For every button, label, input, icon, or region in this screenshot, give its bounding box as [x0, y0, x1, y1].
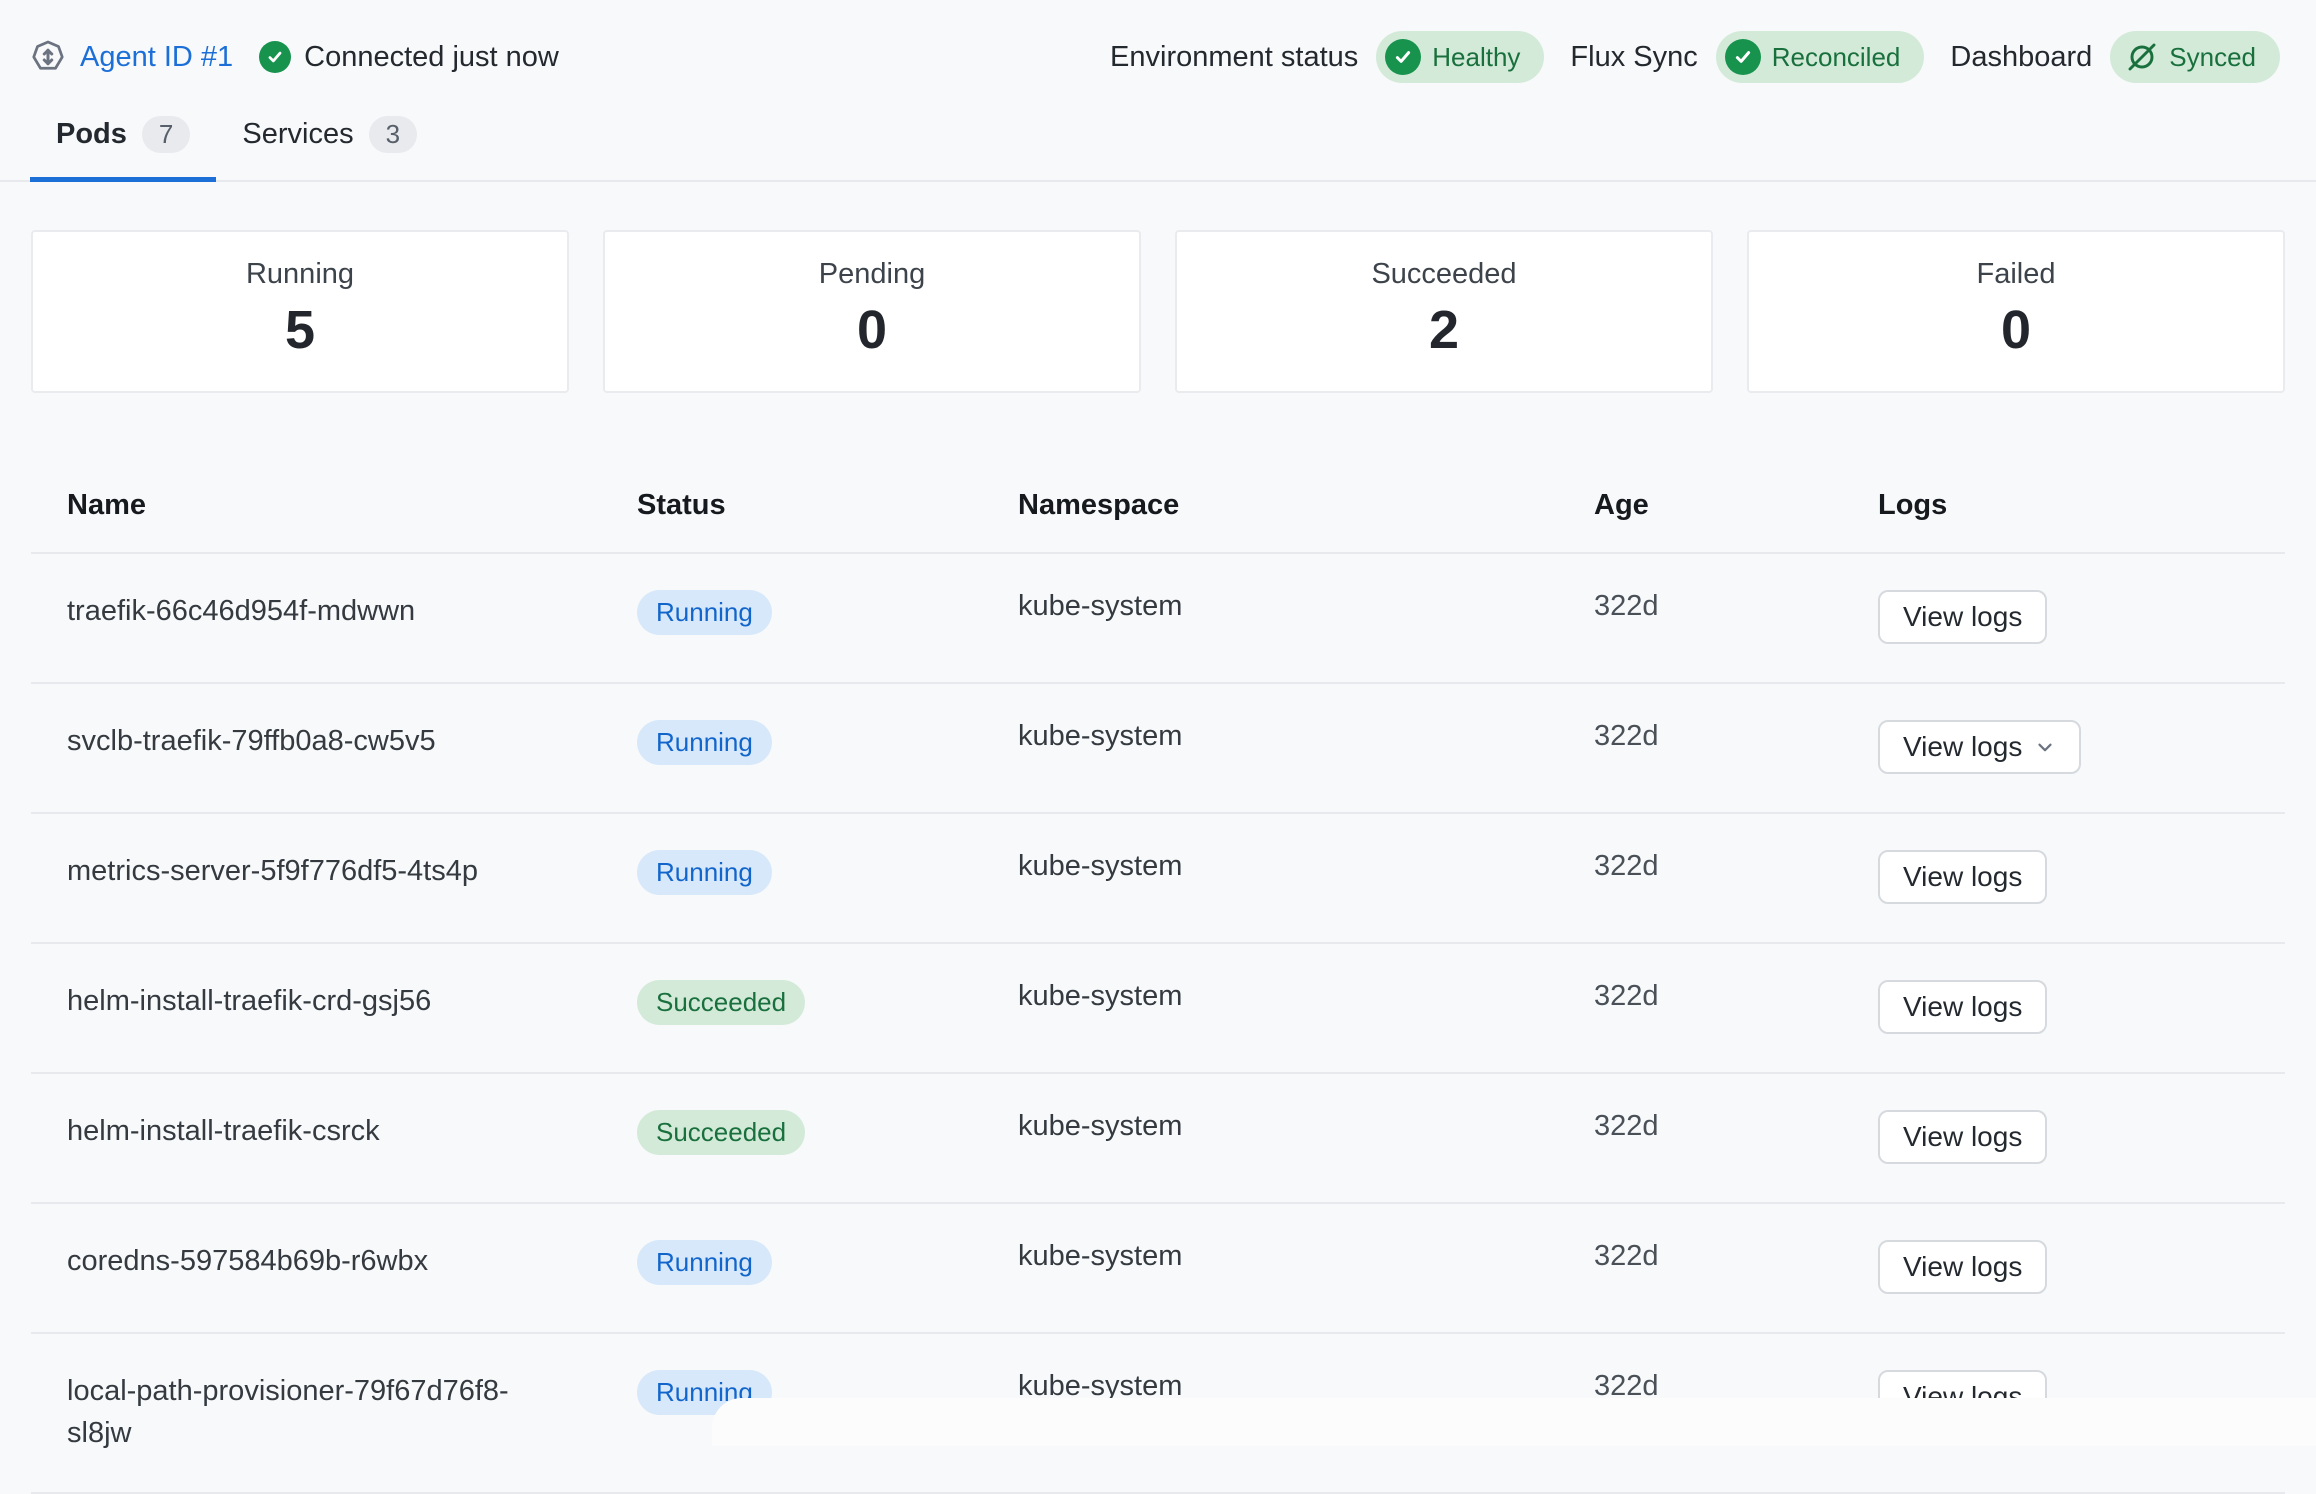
connected-check-icon	[259, 41, 291, 73]
dashboard-sync-group: Dashboard Synced	[1950, 31, 2280, 83]
pod-name: metrics-server-5f9f776df5-4ts4p	[67, 850, 478, 892]
table-row: helm-install-traefik-csrck Succeeded kub…	[31, 1074, 2285, 1204]
view-logs-button[interactable]: View logs	[1878, 850, 2047, 904]
status-badge: Succeeded	[637, 980, 805, 1025]
age-cell: 322d	[1562, 590, 1846, 623]
stat-label: Pending	[605, 258, 1139, 291]
pod-name: helm-install-traefik-csrck	[67, 1110, 380, 1152]
tab-services-label: Services	[242, 118, 353, 151]
view-logs-button[interactable]: View logs	[1878, 590, 2047, 644]
stat-label: Failed	[1749, 258, 2283, 291]
stat-card-failed: Failed 0	[1747, 230, 2285, 393]
table-row: metrics-server-5f9f776df5-4ts4p Running …	[31, 814, 2285, 944]
namespace-cell: kube-system	[986, 1110, 1562, 1143]
pod-name: svclb-traefik-79ffb0a8-cw5v5	[67, 720, 436, 762]
pod-name: helm-install-traefik-crd-gsj56	[67, 980, 431, 1022]
stat-value: 0	[1749, 299, 2283, 361]
column-header-status: Status	[605, 489, 986, 522]
flux-sync-group: Flux Sync Reconciled	[1570, 31, 1924, 83]
chevron-down-icon	[2034, 736, 2056, 758]
stat-value: 0	[605, 299, 1139, 361]
stat-label: Succeeded	[1177, 258, 1711, 291]
dashboard-sync-value: Synced	[2169, 42, 2256, 73]
status-badge: Running	[637, 850, 772, 895]
tab-pods[interactable]: Pods 7	[30, 100, 216, 182]
tab-services[interactable]: Services 3	[216, 100, 443, 182]
tab-pods-count: 7	[142, 116, 190, 153]
environment-status-badge: Healthy	[1376, 31, 1544, 83]
view-logs-label: View logs	[1903, 601, 2022, 633]
dashboard-sync-badge: Synced	[2110, 31, 2280, 83]
environment-status-value: Healthy	[1432, 42, 1520, 73]
environment-status-label: Environment status	[1110, 41, 1358, 74]
view-logs-button[interactable]: View logs	[1878, 720, 2081, 774]
tab-bar: Pods 7 Services 3	[0, 100, 2316, 182]
top-bar: Agent ID #1 Connected just now Environme…	[0, 0, 2316, 84]
flux-sync-label: Flux Sync	[1570, 41, 1697, 74]
view-logs-label: View logs	[1903, 1121, 2022, 1153]
age-cell: 322d	[1562, 1110, 1846, 1143]
namespace-cell: kube-system	[986, 850, 1562, 883]
stat-card-running: Running 5	[31, 230, 569, 393]
view-logs-button[interactable]: View logs	[1878, 1240, 2047, 1294]
bottom-panel-edge	[712, 1398, 2316, 1446]
table-row: traefik-66c46d954f-mdwwn Running kube-sy…	[31, 554, 2285, 684]
environment-status-group: Environment status Healthy	[1110, 31, 1544, 83]
namespace-cell: kube-system	[986, 720, 1562, 753]
stat-value: 5	[33, 299, 567, 361]
view-logs-label: View logs	[1903, 731, 2022, 763]
column-header-logs: Logs	[1846, 489, 2285, 522]
connection-status: Connected just now	[259, 41, 559, 74]
stat-label: Running	[33, 258, 567, 291]
dashboard-label: Dashboard	[1950, 41, 2092, 74]
agent-id-link[interactable]: Agent ID #1	[80, 41, 233, 74]
status-badge: Succeeded	[637, 1110, 805, 1155]
agent-shield-icon	[30, 39, 66, 75]
pod-name: traefik-66c46d954f-mdwwn	[67, 590, 415, 632]
stat-card-pending: Pending 0	[603, 230, 1141, 393]
check-icon	[1385, 39, 1421, 75]
sync-icon	[2126, 41, 2158, 73]
namespace-cell: kube-system	[986, 1240, 1562, 1273]
view-logs-button[interactable]: View logs	[1878, 1110, 2047, 1164]
age-cell: 322d	[1562, 850, 1846, 883]
status-badge: Running	[637, 720, 772, 765]
pods-table: Name Status Namespace Age Logs traefik-6…	[31, 489, 2285, 1494]
table-row: coredns-597584b69b-r6wbx Running kube-sy…	[31, 1204, 2285, 1334]
age-cell: 322d	[1562, 1240, 1846, 1273]
column-header-namespace: Namespace	[986, 489, 1562, 522]
view-logs-label: View logs	[1903, 991, 2022, 1023]
agent-group: Agent ID #1	[30, 39, 233, 75]
age-cell: 322d	[1562, 980, 1846, 1013]
stat-value: 2	[1177, 299, 1711, 361]
column-header-age: Age	[1562, 489, 1846, 522]
stat-card-succeeded: Succeeded 2	[1175, 230, 1713, 393]
view-logs-label: View logs	[1903, 861, 2022, 893]
tab-pods-label: Pods	[56, 118, 127, 151]
pod-name: local-path-provisioner-79f67d76f8-sl8jw	[67, 1370, 559, 1454]
view-logs-label: View logs	[1903, 1251, 2022, 1283]
table-header-row: Name Status Namespace Age Logs	[31, 489, 2285, 554]
pod-stat-cards: Running 5 Pending 0 Succeeded 2 Failed 0	[31, 230, 2285, 393]
check-icon	[1725, 39, 1761, 75]
view-logs-button[interactable]: View logs	[1878, 980, 2047, 1034]
table-body: traefik-66c46d954f-mdwwn Running kube-sy…	[31, 554, 2285, 1494]
flux-sync-value: Reconciled	[1772, 42, 1901, 73]
flux-sync-badge: Reconciled	[1716, 31, 1925, 83]
table-row: svclb-traefik-79ffb0a8-cw5v5 Running kub…	[31, 684, 2285, 814]
connection-status-text: Connected just now	[304, 41, 559, 74]
tab-services-count: 3	[369, 116, 417, 153]
pod-name: coredns-597584b69b-r6wbx	[67, 1240, 428, 1282]
column-header-name: Name	[31, 489, 605, 522]
table-row: helm-install-traefik-crd-gsj56 Succeeded…	[31, 944, 2285, 1074]
status-badge: Running	[637, 590, 772, 635]
namespace-cell: kube-system	[986, 590, 1562, 623]
namespace-cell: kube-system	[986, 980, 1562, 1013]
age-cell: 322d	[1562, 720, 1846, 753]
status-badge: Running	[637, 1240, 772, 1285]
